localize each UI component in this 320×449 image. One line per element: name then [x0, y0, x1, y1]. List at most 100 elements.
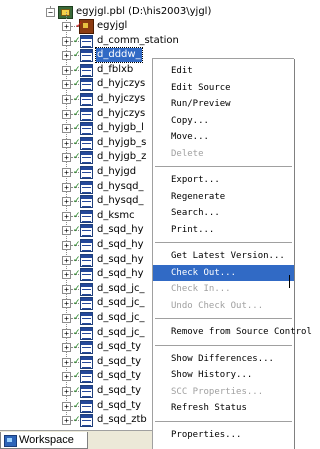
- expand-toggle-icon[interactable]: +: [62, 402, 71, 411]
- menu-item-check-out[interactable]: Check Out...: [153, 264, 294, 281]
- datawindow-icon: [80, 195, 93, 208]
- expand-toggle-icon[interactable]: +: [62, 168, 71, 177]
- expand-toggle-icon[interactable]: +: [62, 212, 71, 221]
- expand-toggle-icon[interactable]: +: [62, 95, 71, 104]
- expand-toggle-icon[interactable]: +: [62, 358, 71, 367]
- menu-item-get-latest-version[interactable]: Get Latest Version...: [153, 248, 294, 264]
- menu-item-edit-source[interactable]: Edit Source: [153, 80, 294, 96]
- tree-row-datawindow[interactable]: + ✓ d_hysqd_: [62, 180, 152, 194]
- expand-toggle-icon[interactable]: +: [62, 416, 71, 425]
- menu-item-undo-check-out[interactable]: Undo Check Out...: [153, 298, 294, 314]
- menu-item-search[interactable]: Search...: [153, 205, 294, 221]
- expand-toggle-icon[interactable]: +: [62, 139, 71, 148]
- expand-toggle-icon[interactable]: +: [62, 241, 71, 250]
- tree-row-datawindow[interactable]: + ✓ d_hyjgb_z: [62, 150, 152, 164]
- tree-row-datawindow[interactable]: + ✓ d_hyjgb_l: [62, 121, 152, 135]
- tree-row-datawindow[interactable]: + ✓ d_dddw_: [62, 47, 152, 63]
- menu-item-edit[interactable]: Edit: [153, 63, 294, 79]
- tree-row-datawindow[interactable]: + ✓ d_sqd_jc_: [62, 296, 152, 310]
- tree-row-label: d_sqd_hy: [97, 268, 144, 279]
- menu-separator: [155, 318, 292, 320]
- tree-row-datawindow[interactable]: + ✓ d_sqd_jc_: [62, 311, 152, 325]
- tree-row-application[interactable]: + ✓ egyjgl: [62, 19, 152, 34]
- tree-row-datawindow[interactable]: + ✓ d_ksmc: [62, 209, 152, 223]
- tree-row-datawindow[interactable]: + ✓ d_sqd_ty: [62, 384, 152, 398]
- menu-item-copy[interactable]: Copy...: [153, 113, 294, 129]
- menu-item-move[interactable]: Move...: [153, 129, 294, 145]
- datawindow-icon: [80, 49, 93, 62]
- expand-toggle-icon[interactable]: +: [62, 80, 71, 89]
- tree-row-datawindow[interactable]: + ✓ d_sqd_ty: [62, 340, 152, 354]
- datawindow-icon: [80, 122, 93, 135]
- tree-row-datawindow[interactable]: + ✓ d_sqd_jc_: [62, 326, 152, 340]
- expand-toggle-icon[interactable]: +: [62, 183, 71, 192]
- menu-item-regenerate[interactable]: Regenerate: [153, 189, 294, 205]
- expand-toggle-icon[interactable]: +: [62, 387, 71, 396]
- context-menu: Edit Edit Source Run/Preview Copy... Move...…: [152, 58, 312, 449]
- expand-toggle-icon[interactable]: +: [62, 285, 71, 294]
- tree-row-datawindow[interactable]: + ✓ d_hyjczys: [62, 107, 152, 121]
- tree-row-label: d_ksmc: [97, 210, 135, 221]
- tree-row-datawindow[interactable]: + ✓ d_comm_station: [62, 34, 179, 48]
- expand-toggle-icon[interactable]: +: [62, 329, 71, 338]
- tree-row-datawindow[interactable]: + ✓ d_hysqd_: [62, 194, 152, 208]
- menu-item-refresh-status[interactable]: Refresh Status: [153, 400, 294, 416]
- tree-row-datawindow[interactable]: + ✓ d_hyjczys: [62, 92, 152, 106]
- tab-workspace[interactable]: Workspace: [0, 432, 88, 449]
- expand-toggle-icon[interactable]: +: [62, 124, 71, 133]
- menu-item-properties[interactable]: Properties...: [153, 427, 294, 443]
- expand-toggle-icon[interactable]: +: [62, 51, 71, 60]
- expand-toggle-icon[interactable]: +: [62, 226, 71, 235]
- tree-row-label: d_sqd_jc_: [97, 297, 145, 308]
- datawindow-icon: [80, 108, 93, 121]
- menu-item-scc-properties[interactable]: SCC Properties...: [153, 384, 294, 400]
- menu-item-export[interactable]: Export...: [153, 172, 294, 188]
- tree-row-datawindow[interactable]: + ✓ d_sqd_ty: [62, 369, 152, 383]
- collapse-toggle-icon[interactable]: −: [46, 8, 55, 17]
- tree-row-datawindow[interactable]: + ✓ d_hyjczys: [62, 77, 152, 91]
- menu-item-label: Undo Check Out...: [171, 300, 264, 311]
- datawindow-icon: [80, 78, 93, 91]
- expand-toggle-icon[interactable]: +: [62, 372, 71, 381]
- datawindow-icon: [80, 151, 93, 164]
- tree-row-label: d_hyjgb_z: [97, 151, 147, 162]
- expand-toggle-icon[interactable]: +: [62, 153, 71, 162]
- tree-row-datawindow[interactable]: + ✓ d_sqd_ty: [62, 355, 152, 369]
- expand-toggle-icon[interactable]: +: [62, 299, 71, 308]
- expand-toggle-icon[interactable]: +: [62, 22, 71, 31]
- tree-row-datawindow[interactable]: + ✓ d_sqd_hy: [62, 238, 152, 252]
- expand-toggle-icon[interactable]: +: [62, 37, 71, 46]
- tree-row-datawindow[interactable]: + ✓ d_sqd_ty: [62, 399, 152, 413]
- expand-toggle-icon[interactable]: +: [62, 314, 71, 323]
- datawindow-icon: [80, 93, 93, 106]
- menu-item-label: Copy...: [171, 115, 209, 126]
- library-row[interactable]: − egyjgl.pbl (D:\his2003\yjgl): [46, 5, 293, 19]
- menu-item-remove-from-source-control[interactable]: Remove from Source Control: [153, 324, 312, 340]
- datawindow-icon: [80, 356, 93, 369]
- expand-toggle-icon[interactable]: +: [62, 256, 71, 265]
- menu-item-label: Delete: [171, 148, 204, 159]
- tree-row-datawindow[interactable]: + ✓ d_sqd_hy: [62, 223, 152, 237]
- expand-toggle-icon[interactable]: +: [62, 66, 71, 75]
- menu-item-run-preview[interactable]: Run/Preview: [153, 96, 294, 112]
- tree-row-datawindow[interactable]: + ✓ d_sqd_hy: [62, 267, 152, 281]
- tree-row-datawindow[interactable]: + ✓ d_sqd_jc_: [62, 282, 152, 296]
- menu-item-show-differences[interactable]: Show Differences...: [153, 351, 294, 367]
- tree-row-datawindow[interactable]: + ✓ d_hyjgd: [62, 165, 152, 179]
- datawindow-icon: [80, 385, 93, 398]
- menu-item-print[interactable]: Print...: [153, 222, 294, 238]
- expand-toggle-icon[interactable]: +: [62, 270, 71, 279]
- expand-toggle-icon[interactable]: +: [62, 197, 71, 206]
- expand-toggle-icon[interactable]: +: [62, 110, 71, 119]
- tree-row-datawindow[interactable]: + ✓ d_sqd_ztb: [62, 413, 152, 427]
- menu-item-label: Get Latest Version...: [171, 251, 285, 261]
- menu-item-delete[interactable]: Delete: [153, 146, 294, 162]
- menu-item-show-history[interactable]: Show History...: [153, 367, 294, 383]
- menu-item-label: Remove from Source Control: [171, 327, 312, 337]
- tree-row-datawindow[interactable]: + ✓ d_hyjgb_s: [62, 136, 152, 150]
- tree-row-datawindow[interactable]: + ✓ d_sqd_hy: [62, 253, 152, 267]
- tree-row-datawindow[interactable]: + ✓ d_fblxb: [62, 63, 152, 77]
- tree-row-label: d_sqd_ty: [97, 341, 142, 352]
- expand-toggle-icon[interactable]: +: [62, 343, 71, 352]
- menu-item-check-in[interactable]: Check In...: [153, 281, 294, 297]
